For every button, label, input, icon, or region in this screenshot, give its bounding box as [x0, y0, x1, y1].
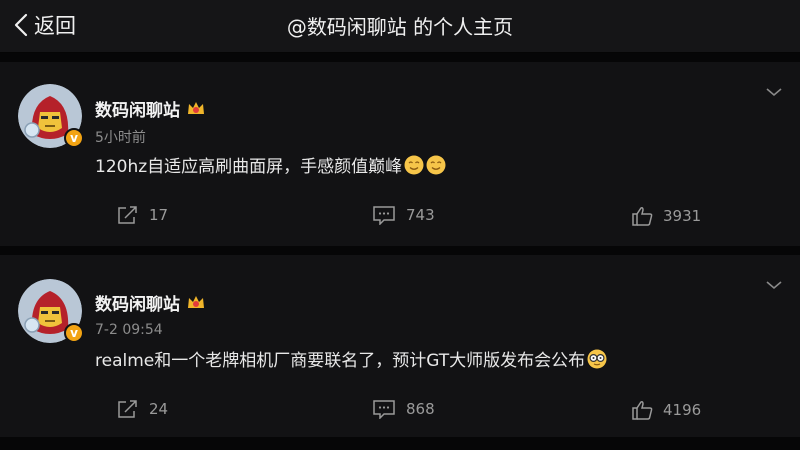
share-icon — [118, 206, 137, 224]
verified-badge-icon: v — [64, 128, 84, 148]
page-title: @数码闲聊站 的个人主页 — [286, 15, 514, 39]
post-card[interactable]: v 数码闲聊站 7-2 09:54 realme和一个老牌相机厂商要联名了，预计… — [0, 255, 800, 437]
repost-button[interactable]: 24 — [117, 399, 168, 419]
post-card[interactable]: v 数码闲聊站 5小时前 120hz自适应高刷曲面屏，手感颜值巅峰 17 743… — [0, 62, 800, 246]
avatar[interactable]: v — [18, 84, 84, 148]
chevron-down-icon[interactable] — [765, 86, 783, 98]
comment-count: 743 — [406, 206, 435, 224]
verified-badge-icon: v — [64, 323, 84, 343]
comment-icon — [373, 206, 395, 225]
smirk-emoji-icon — [426, 155, 446, 174]
comment-count: 868 — [406, 400, 435, 418]
comment-button[interactable]: 743 — [372, 205, 435, 225]
repost-count: 24 — [149, 400, 169, 418]
smirk-emoji-icon — [404, 155, 424, 174]
author-name: 数码闲聊站 — [95, 101, 180, 121]
crown-vip-icon — [188, 101, 204, 114]
repost-button[interactable]: 17 — [117, 205, 168, 225]
like-button[interactable]: 4196 — [631, 400, 701, 420]
like-count: 3931 — [663, 207, 702, 225]
comment-icon — [373, 400, 395, 419]
crown-vip-icon — [188, 295, 204, 308]
post-timestamp: 7-2 09:54 — [95, 322, 163, 338]
top-bar: 返回 @数码闲聊站 的个人主页 — [0, 0, 800, 53]
divider — [0, 53, 800, 62]
post-text: realme和一个老牌相机厂商要联名了，预计GT大师版发布会公布 — [95, 351, 586, 371]
glasses-emoji-icon — [587, 349, 607, 368]
share-icon — [118, 400, 137, 418]
post-text-container[interactable]: 120hz自适应高刷曲面屏，手感颜值巅峰 — [95, 152, 446, 177]
thumbs-up-icon — [632, 207, 653, 226]
like-button[interactable]: 3931 — [631, 206, 701, 226]
author-name-link[interactable]: 数码闲聊站 — [95, 96, 206, 121]
avatar[interactable]: v — [18, 279, 84, 343]
comment-button[interactable]: 868 — [372, 399, 435, 419]
repost-count: 17 — [149, 206, 169, 224]
thumbs-up-icon — [632, 401, 653, 420]
chevron-down-icon[interactable] — [765, 279, 783, 291]
post-text: 120hz自适应高刷曲面屏，手感颜值巅峰 — [95, 157, 403, 177]
like-count: 4196 — [663, 401, 702, 419]
divider — [0, 246, 800, 255]
post-timestamp: 5小时前 — [95, 130, 146, 146]
divider — [0, 437, 800, 450]
author-name-link[interactable]: 数码闲聊站 — [95, 290, 206, 315]
post-text-container[interactable]: realme和一个老牌相机厂商要联名了，预计GT大师版发布会公布 — [95, 346, 607, 371]
author-name: 数码闲聊站 — [95, 295, 180, 315]
